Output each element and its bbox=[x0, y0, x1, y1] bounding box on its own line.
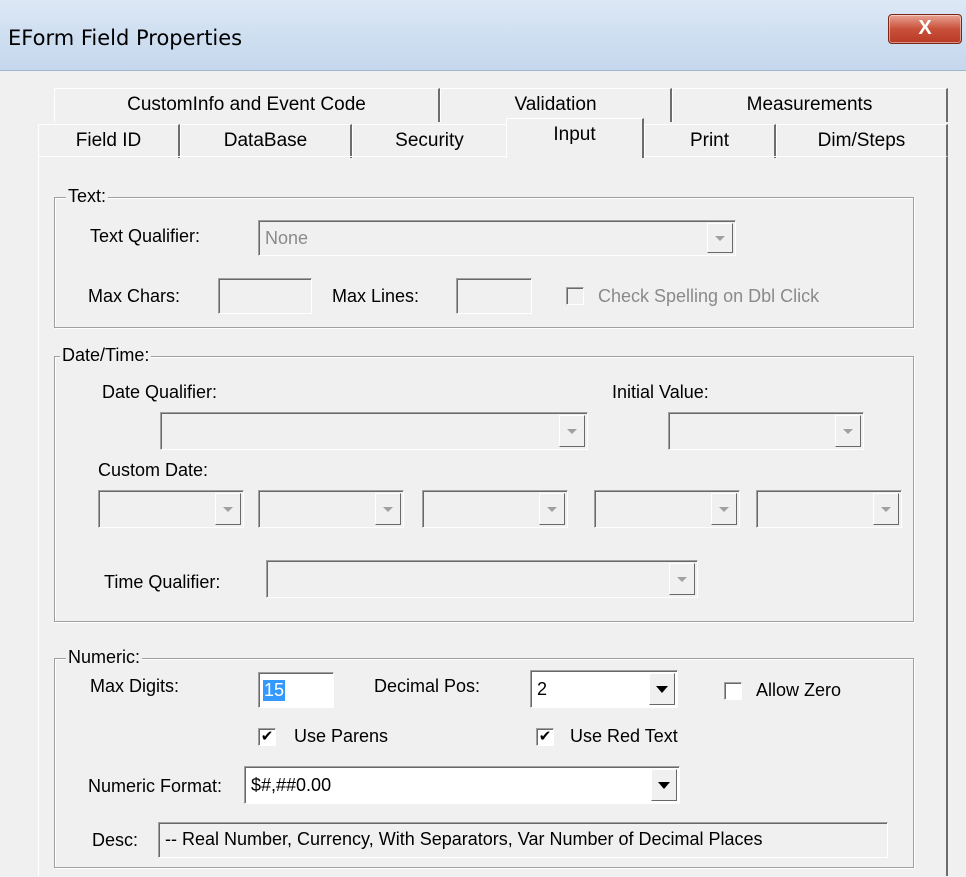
custom-date-combo-4[interactable] bbox=[594, 490, 740, 528]
chevron-down-icon[interactable] bbox=[651, 769, 677, 801]
check-icon: ✔ bbox=[538, 728, 552, 745]
chevron-down-icon[interactable] bbox=[835, 415, 861, 447]
date-qualifier-label: Date Qualifier: bbox=[102, 382, 218, 402]
numeric-format-combo[interactable]: $#,##0.00 bbox=[244, 766, 680, 804]
spell-check-checkbox[interactable] bbox=[566, 287, 584, 305]
chevron-down-icon[interactable] bbox=[539, 493, 565, 525]
time-qualifier-combo[interactable] bbox=[266, 560, 698, 598]
max-lines-label: Max Lines: bbox=[332, 286, 420, 306]
tab-custominfo[interactable]: CustomInfo and Event Code bbox=[54, 88, 440, 122]
decimal-pos-value: 2 bbox=[537, 678, 548, 699]
tab-dim-steps[interactable]: Dim/Steps bbox=[776, 124, 948, 158]
max-chars-field[interactable] bbox=[218, 278, 312, 314]
max-digits-field[interactable]: 15 bbox=[258, 672, 334, 708]
initial-value-label: Initial Value: bbox=[612, 382, 709, 402]
chevron-down-icon[interactable] bbox=[375, 493, 401, 525]
initial-value-combo[interactable] bbox=[668, 412, 864, 450]
date-qualifier-combo[interactable] bbox=[160, 412, 588, 450]
chevron-down-icon[interactable] bbox=[711, 493, 737, 525]
custom-date-combo-2[interactable] bbox=[258, 490, 404, 528]
time-qualifier-label: Time Qualifier: bbox=[104, 572, 221, 592]
custom-date-combo-1[interactable] bbox=[98, 490, 244, 528]
text-qualifier-label: Text Qualifier: bbox=[90, 226, 201, 246]
max-digits-label: Max Digits: bbox=[90, 676, 180, 696]
tab-print[interactable]: Print bbox=[644, 124, 776, 158]
tab-validation[interactable]: Validation bbox=[440, 88, 672, 122]
numeric-format-label: Numeric Format: bbox=[88, 776, 223, 796]
text-qualifier-combo[interactable]: None bbox=[258, 220, 736, 256]
window-title: EForm Field Properties bbox=[8, 26, 243, 50]
spell-check-label: Check Spelling on Dbl Click bbox=[598, 286, 820, 306]
custom-date-label: Custom Date: bbox=[98, 460, 209, 480]
text-qualifier-value: None bbox=[265, 227, 309, 248]
tab-measurements[interactable]: Measurements bbox=[672, 88, 948, 122]
chevron-down-icon[interactable] bbox=[649, 673, 675, 705]
desc-field: -- Real Number, Currency, With Separator… bbox=[158, 822, 888, 858]
chevron-down-icon[interactable] bbox=[215, 493, 241, 525]
datetime-group-legend: Date/Time: bbox=[60, 345, 152, 366]
text-group-legend: Text: bbox=[66, 186, 109, 207]
numeric-group-legend: Numeric: bbox=[66, 647, 143, 668]
check-icon: ✔ bbox=[260, 728, 274, 745]
use-parens-checkbox[interactable]: ✔ bbox=[258, 728, 276, 746]
tab-database[interactable]: DataBase bbox=[180, 124, 352, 158]
chevron-down-icon[interactable] bbox=[873, 493, 899, 525]
custom-date-combo-5[interactable] bbox=[756, 490, 902, 528]
chevron-down-icon[interactable] bbox=[707, 223, 733, 253]
numeric-format-value: $#,##0.00 bbox=[251, 774, 332, 795]
title-bar: EForm Field Properties X bbox=[0, 0, 966, 71]
use-red-text-checkbox[interactable]: ✔ bbox=[536, 728, 554, 746]
max-chars-label: Max Chars: bbox=[88, 286, 181, 306]
close-button[interactable]: X bbox=[888, 14, 962, 44]
chevron-down-icon[interactable] bbox=[669, 563, 695, 595]
decimal-pos-label: Decimal Pos: bbox=[374, 676, 481, 696]
desc-value: -- Real Number, Currency, With Separator… bbox=[165, 829, 763, 849]
use-red-text-label: Use Red Text bbox=[570, 726, 678, 746]
tab-field-id[interactable]: Field ID bbox=[38, 124, 180, 158]
custom-date-combo-3[interactable] bbox=[422, 490, 568, 528]
tab-security[interactable]: Security bbox=[352, 124, 508, 158]
chevron-down-icon[interactable] bbox=[559, 415, 585, 447]
allow-zero-label: Allow Zero bbox=[756, 680, 842, 700]
use-parens-label: Use Parens bbox=[294, 726, 389, 746]
max-lines-field[interactable] bbox=[456, 278, 532, 314]
max-digits-value: 15 bbox=[263, 679, 286, 701]
tab-input[interactable]: Input bbox=[506, 118, 644, 158]
allow-zero-checkbox[interactable] bbox=[724, 682, 742, 700]
close-icon: X bbox=[918, 17, 932, 39]
decimal-pos-combo[interactable]: 2 bbox=[530, 670, 678, 708]
desc-label: Desc: bbox=[92, 830, 139, 850]
